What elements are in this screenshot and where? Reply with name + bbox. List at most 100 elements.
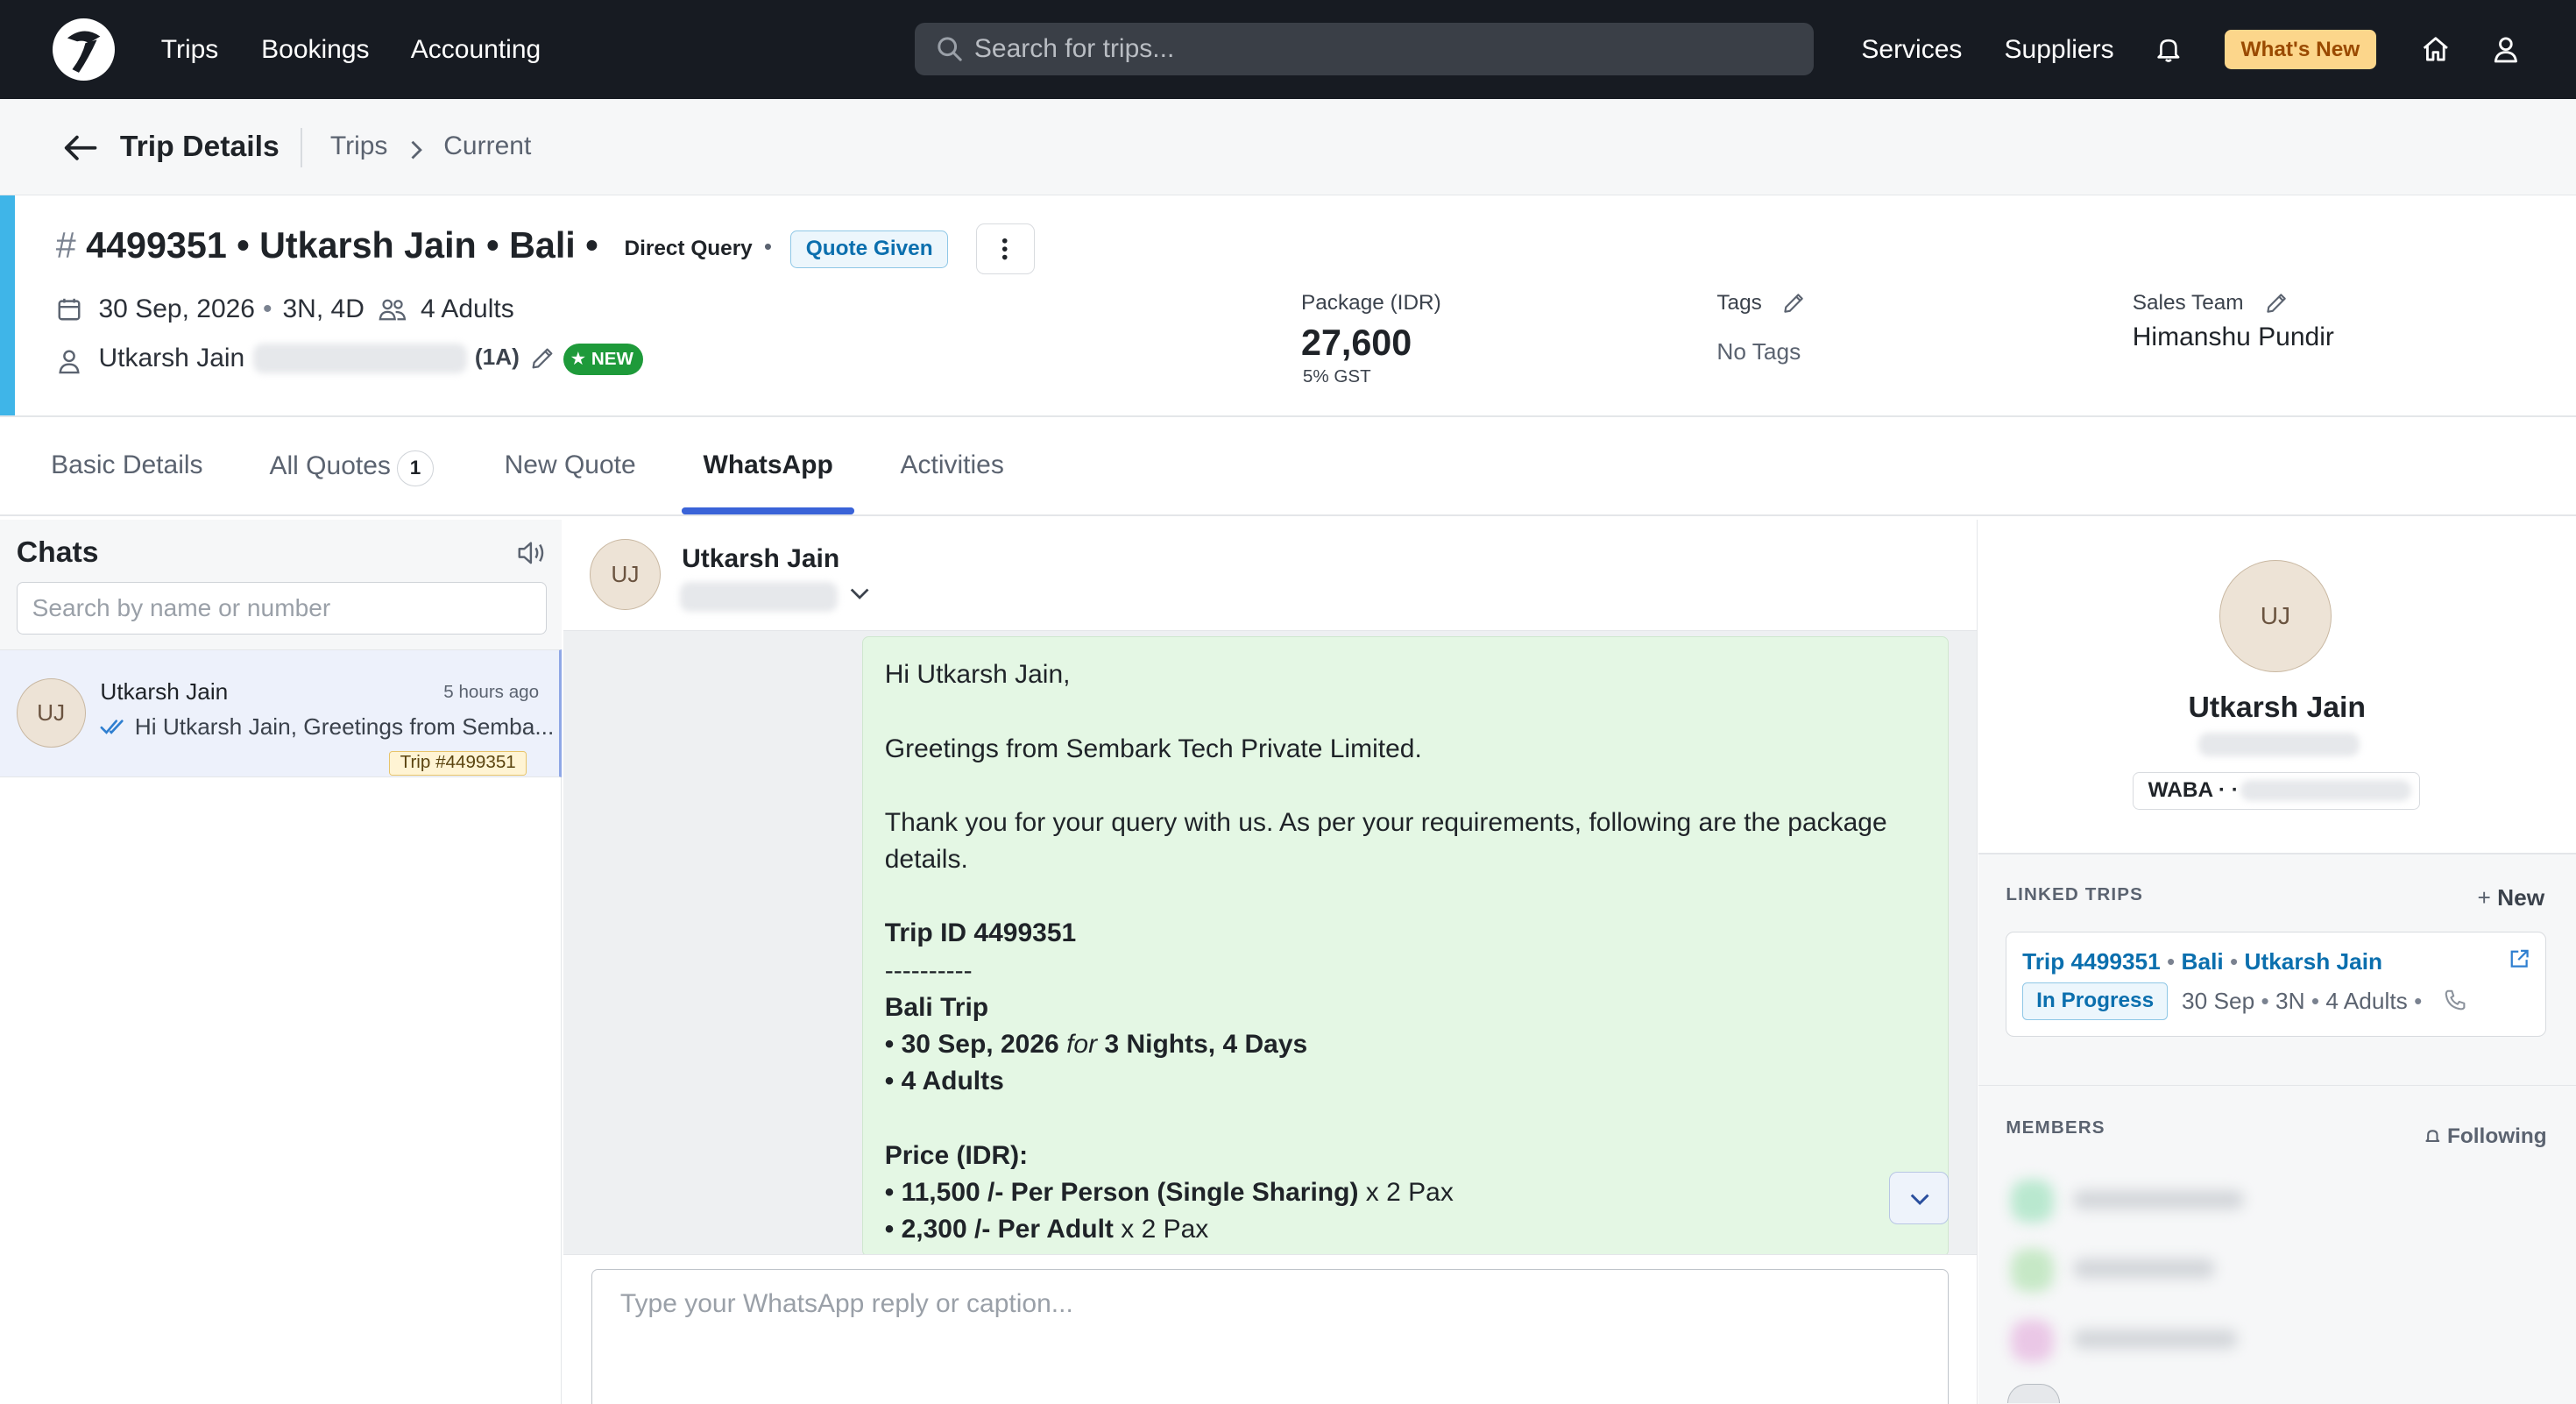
nav-bookings[interactable]: Bookings [261, 32, 369, 67]
global-search[interactable] [915, 23, 1814, 76]
breadcrumb-current: Current [443, 131, 532, 160]
whats-new-button[interactable]: What's New [2224, 29, 2376, 69]
chat-trip-chip[interactable]: Trip #4499351 [389, 750, 527, 776]
bell-icon [2425, 1130, 2439, 1142]
dot-separator: • [2261, 987, 2269, 1014]
linked-trips-label: LINKED TRIPS [2006, 883, 2144, 904]
breadcrumb-trips[interactable]: Trips [330, 131, 388, 161]
trip-status-badge[interactable]: Quote Given [789, 230, 949, 268]
app-logo[interactable] [53, 18, 116, 81]
msg-blank [885, 878, 1927, 915]
chats-title: Chats [16, 535, 99, 570]
msg-date: • 30 Sep, 2026 [884, 1030, 1059, 1059]
tab-new-quote[interactable]: New Quote [505, 450, 636, 480]
sound-icon[interactable] [516, 539, 548, 567]
member-name-redacted [2073, 1189, 2245, 1209]
waba-label: WABA · · [2148, 778, 2239, 803]
sales-team-label: Sales Team [2132, 290, 2244, 315]
tab-whatsapp[interactable]: WhatsApp [704, 450, 833, 480]
conversation-contact-name: Utkarsh Jain [682, 543, 840, 573]
msg-line2: Greetings from Sembark Tech Private Limi… [884, 734, 1422, 763]
edit-pencil-icon[interactable] [529, 345, 556, 372]
member-avatar [2011, 1249, 2054, 1292]
msg-price1-qty: x 2 Pax [1365, 1177, 1454, 1207]
global-search-input[interactable] [973, 23, 1796, 76]
search-icon [938, 37, 962, 61]
member-name-redacted [2073, 1329, 2238, 1350]
msg-rule: ---------- [884, 955, 973, 985]
package-gst: 5% GST [1302, 366, 1371, 387]
add-linked-trip-label: New [2497, 883, 2545, 911]
following-toggle[interactable]: Following [2424, 1124, 2547, 1149]
customer-name[interactable]: Utkarsh Jain [99, 344, 245, 373]
user-account-icon[interactable] [2491, 34, 2521, 64]
trip-start-date: 30 Sep, 2026 [98, 294, 256, 323]
msg-price1: • 11,500 /- Per Person (Single Sharing) [884, 1177, 1359, 1207]
msg-nights: 3 Nights, 4 Days [1104, 1030, 1308, 1059]
member-name-redacted [2073, 1259, 2215, 1279]
trip-title-text: 4499351 • Utkarsh Jain • Bali • [86, 224, 598, 266]
external-link-icon[interactable] [2509, 948, 2530, 969]
bell-icon[interactable] [2154, 34, 2183, 64]
dot-separator: • [2230, 947, 2239, 975]
linked-trip-nights: 3N [2275, 987, 2305, 1014]
meta-dot: • [263, 294, 272, 323]
trip-hash: # [55, 224, 76, 266]
members-label: MEMBERS [2006, 1117, 2105, 1138]
trip-accent-bar [0, 195, 15, 418]
edit-tags-icon[interactable] [1781, 291, 1806, 316]
new-badge-label: NEW [591, 348, 633, 369]
msg-greeting: Hi Utkarsh Jain, [884, 660, 1071, 690]
trip-more-menu-button[interactable] [975, 223, 1036, 275]
travellers-icon [379, 299, 407, 320]
conversation-phone-redacted [680, 581, 839, 612]
following-label: Following [2447, 1124, 2547, 1148]
msg-blank [885, 1100, 1927, 1137]
linked-trip-date: 30 Sep [2182, 987, 2255, 1014]
chevron-down-icon[interactable] [848, 584, 871, 604]
scroll-to-bottom-button[interactable] [1889, 1171, 1949, 1224]
contact-avatar: UJ [2219, 560, 2332, 672]
chat-contact-name: Utkarsh Jain [100, 678, 229, 706]
back-arrow-icon[interactable] [62, 131, 98, 165]
tab-all-quotes[interactable]: All Quotes 1 [270, 450, 434, 486]
customer-tag: (1A) [474, 343, 520, 370]
tab-all-quotes-label: All Quotes [269, 450, 391, 480]
dot-separator: • [2311, 987, 2320, 1014]
member-avatar [2011, 1180, 2054, 1223]
active-tab-indicator [682, 507, 854, 514]
tags-label: Tags [1716, 290, 1762, 315]
tab-activities[interactable]: Activities [901, 450, 1004, 480]
nav-accounting[interactable]: Accounting [411, 32, 541, 67]
linked-trip-title[interactable]: Trip 4499351 • Bali • Utkarsh Jain [2022, 948, 2382, 975]
trip-duration: 3N, 4D [282, 294, 364, 323]
whatsapp-reply-input[interactable] [591, 1268, 1949, 1404]
dot-separator: • [2414, 987, 2423, 1014]
breadcrumb-divider [301, 128, 302, 168]
add-linked-trip-button[interactable]: + New [2478, 884, 2545, 911]
tab-basic-details[interactable]: Basic Details [51, 450, 202, 480]
chat-search-input[interactable] [16, 581, 548, 635]
chat-avatar: UJ [16, 678, 86, 748]
edit-sales-team-icon[interactable] [2264, 291, 2289, 316]
waba-number: WABA · · [2132, 772, 2420, 811]
page-title: Trip Details [119, 130, 280, 164]
home-icon[interactable] [2420, 34, 2452, 64]
title-separator: • [763, 233, 773, 260]
trip-title: # 4499351 • Utkarsh Jain • Bali • [56, 225, 598, 266]
nav-suppliers[interactable]: Suppliers [2005, 32, 2114, 67]
msg-blank [885, 693, 1927, 730]
waba-redacted [2240, 779, 2411, 802]
calendar-icon [58, 298, 81, 320]
chat-preview: Hi Utkarsh Jain, Greetings from Semba... [134, 713, 555, 740]
nav-services[interactable]: Services [1861, 32, 1962, 67]
nav-trips[interactable]: Trips [161, 32, 219, 67]
linked-trip-pax: 4 Adults [2325, 987, 2408, 1014]
linked-trip-status: In Progress [2022, 982, 2169, 1021]
tabs-divider [0, 514, 2576, 516]
outgoing-message-bubble: Hi Utkarsh Jain, Greetings from Sembark … [862, 635, 1949, 1258]
chevron-right-icon [411, 140, 422, 159]
double-check-icon [100, 719, 124, 734]
tags-value: No Tags [1716, 338, 1801, 365]
linked-trip-meta: 30 Sep • 3N • 4 Adults • [2182, 988, 2422, 1015]
